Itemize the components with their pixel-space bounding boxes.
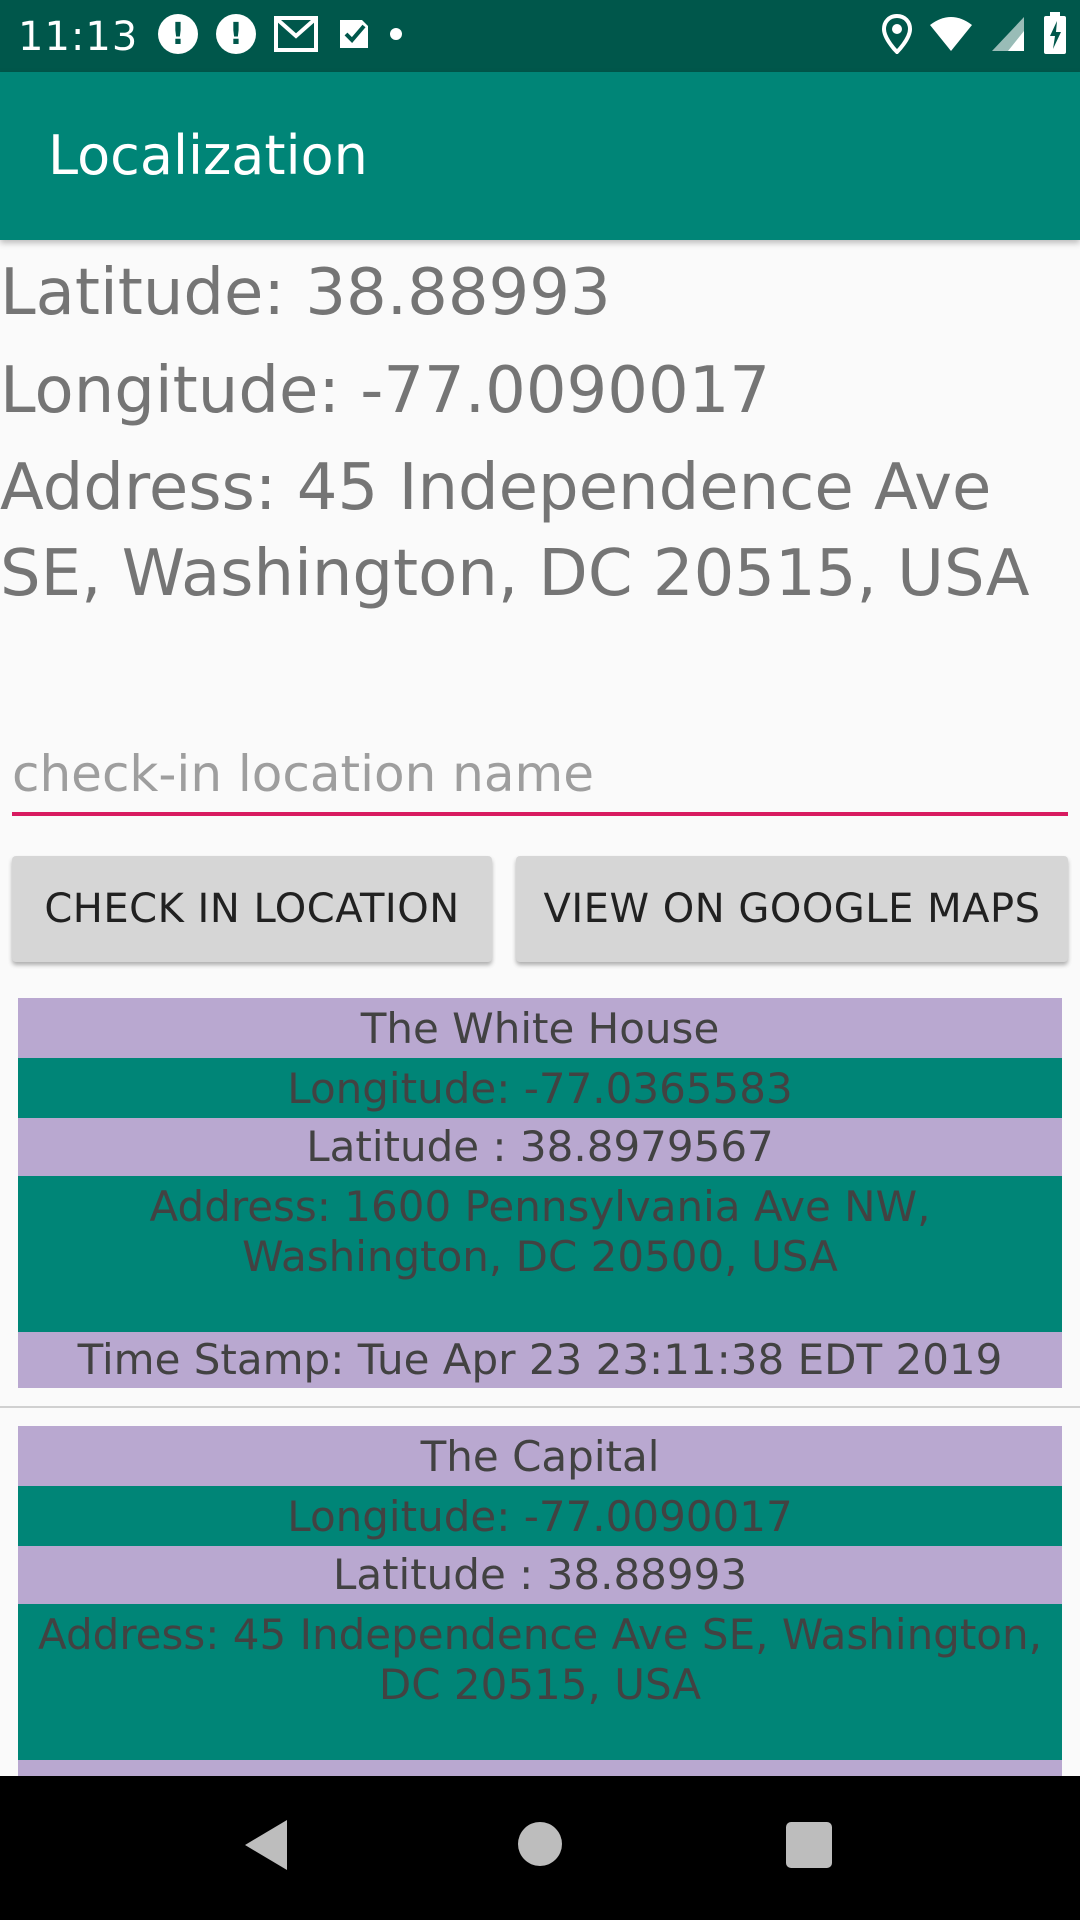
list-item[interactable]: The White House Longitude: -77.0365583 L… [18, 998, 1062, 1388]
wifi-icon [930, 17, 972, 51]
alert-icon: ! [216, 14, 256, 54]
app-title: Localization [48, 124, 368, 187]
current-longitude: Longitude: -77.0090017 [0, 354, 771, 428]
status-time: 11:13 [18, 14, 139, 60]
location-longitude: Longitude: -77.0090017 [18, 1486, 1062, 1546]
location-icon [882, 14, 912, 54]
current-latitude: Latitude: 38.88993 [0, 256, 611, 330]
status-bar: 11:13 ! ! [0, 0, 1080, 72]
location-timestamp [18, 1760, 1062, 1776]
gmail-icon [274, 16, 318, 52]
location-list[interactable]: The White House Longitude: -77.0365583 L… [0, 998, 1080, 1776]
navigation-bar [0, 1776, 1080, 1920]
signal-icon [992, 17, 1024, 51]
location-name-field [12, 736, 1068, 816]
list-divider [0, 1406, 1080, 1408]
recent-apps-icon[interactable] [786, 1822, 832, 1868]
location-latitude: Latitude : 38.8979567 [18, 1118, 1062, 1176]
location-name-input[interactable] [12, 736, 1068, 812]
location-address: Address: 45 Independence Ave SE, Washing… [18, 1604, 1062, 1760]
view-on-google-maps-button[interactable]: VIEW ON GOOGLE MAPS [516, 856, 1068, 962]
location-name: The White House [18, 998, 1062, 1058]
home-icon[interactable] [518, 1822, 562, 1866]
battery-charging-icon [1044, 12, 1066, 54]
alert-icon: ! [158, 14, 198, 54]
check-in-location-button[interactable]: CHECK IN LOCATION [12, 856, 492, 962]
location-name: The Capital [18, 1426, 1062, 1486]
app-bar: Localization [0, 72, 1080, 240]
list-item[interactable]: The Capital Longitude: -77.0090017 Latit… [18, 1426, 1062, 1776]
location-longitude: Longitude: -77.0365583 [18, 1058, 1062, 1118]
task-icon [340, 20, 368, 48]
back-icon[interactable] [245, 1820, 287, 1870]
location-address: Address: 1600 Pennsylvania Ave NW, Washi… [18, 1176, 1062, 1332]
dot-icon [390, 28, 402, 40]
system-icons [882, 12, 1068, 56]
current-address: Address: 45 Independence Ave SE, Washing… [0, 451, 1030, 611]
notification-icons: ! ! [158, 14, 402, 54]
location-latitude: Latitude : 38.88993 [18, 1546, 1062, 1604]
location-timestamp: Time Stamp: Tue Apr 23 23:11:38 EDT 2019 [18, 1332, 1062, 1388]
